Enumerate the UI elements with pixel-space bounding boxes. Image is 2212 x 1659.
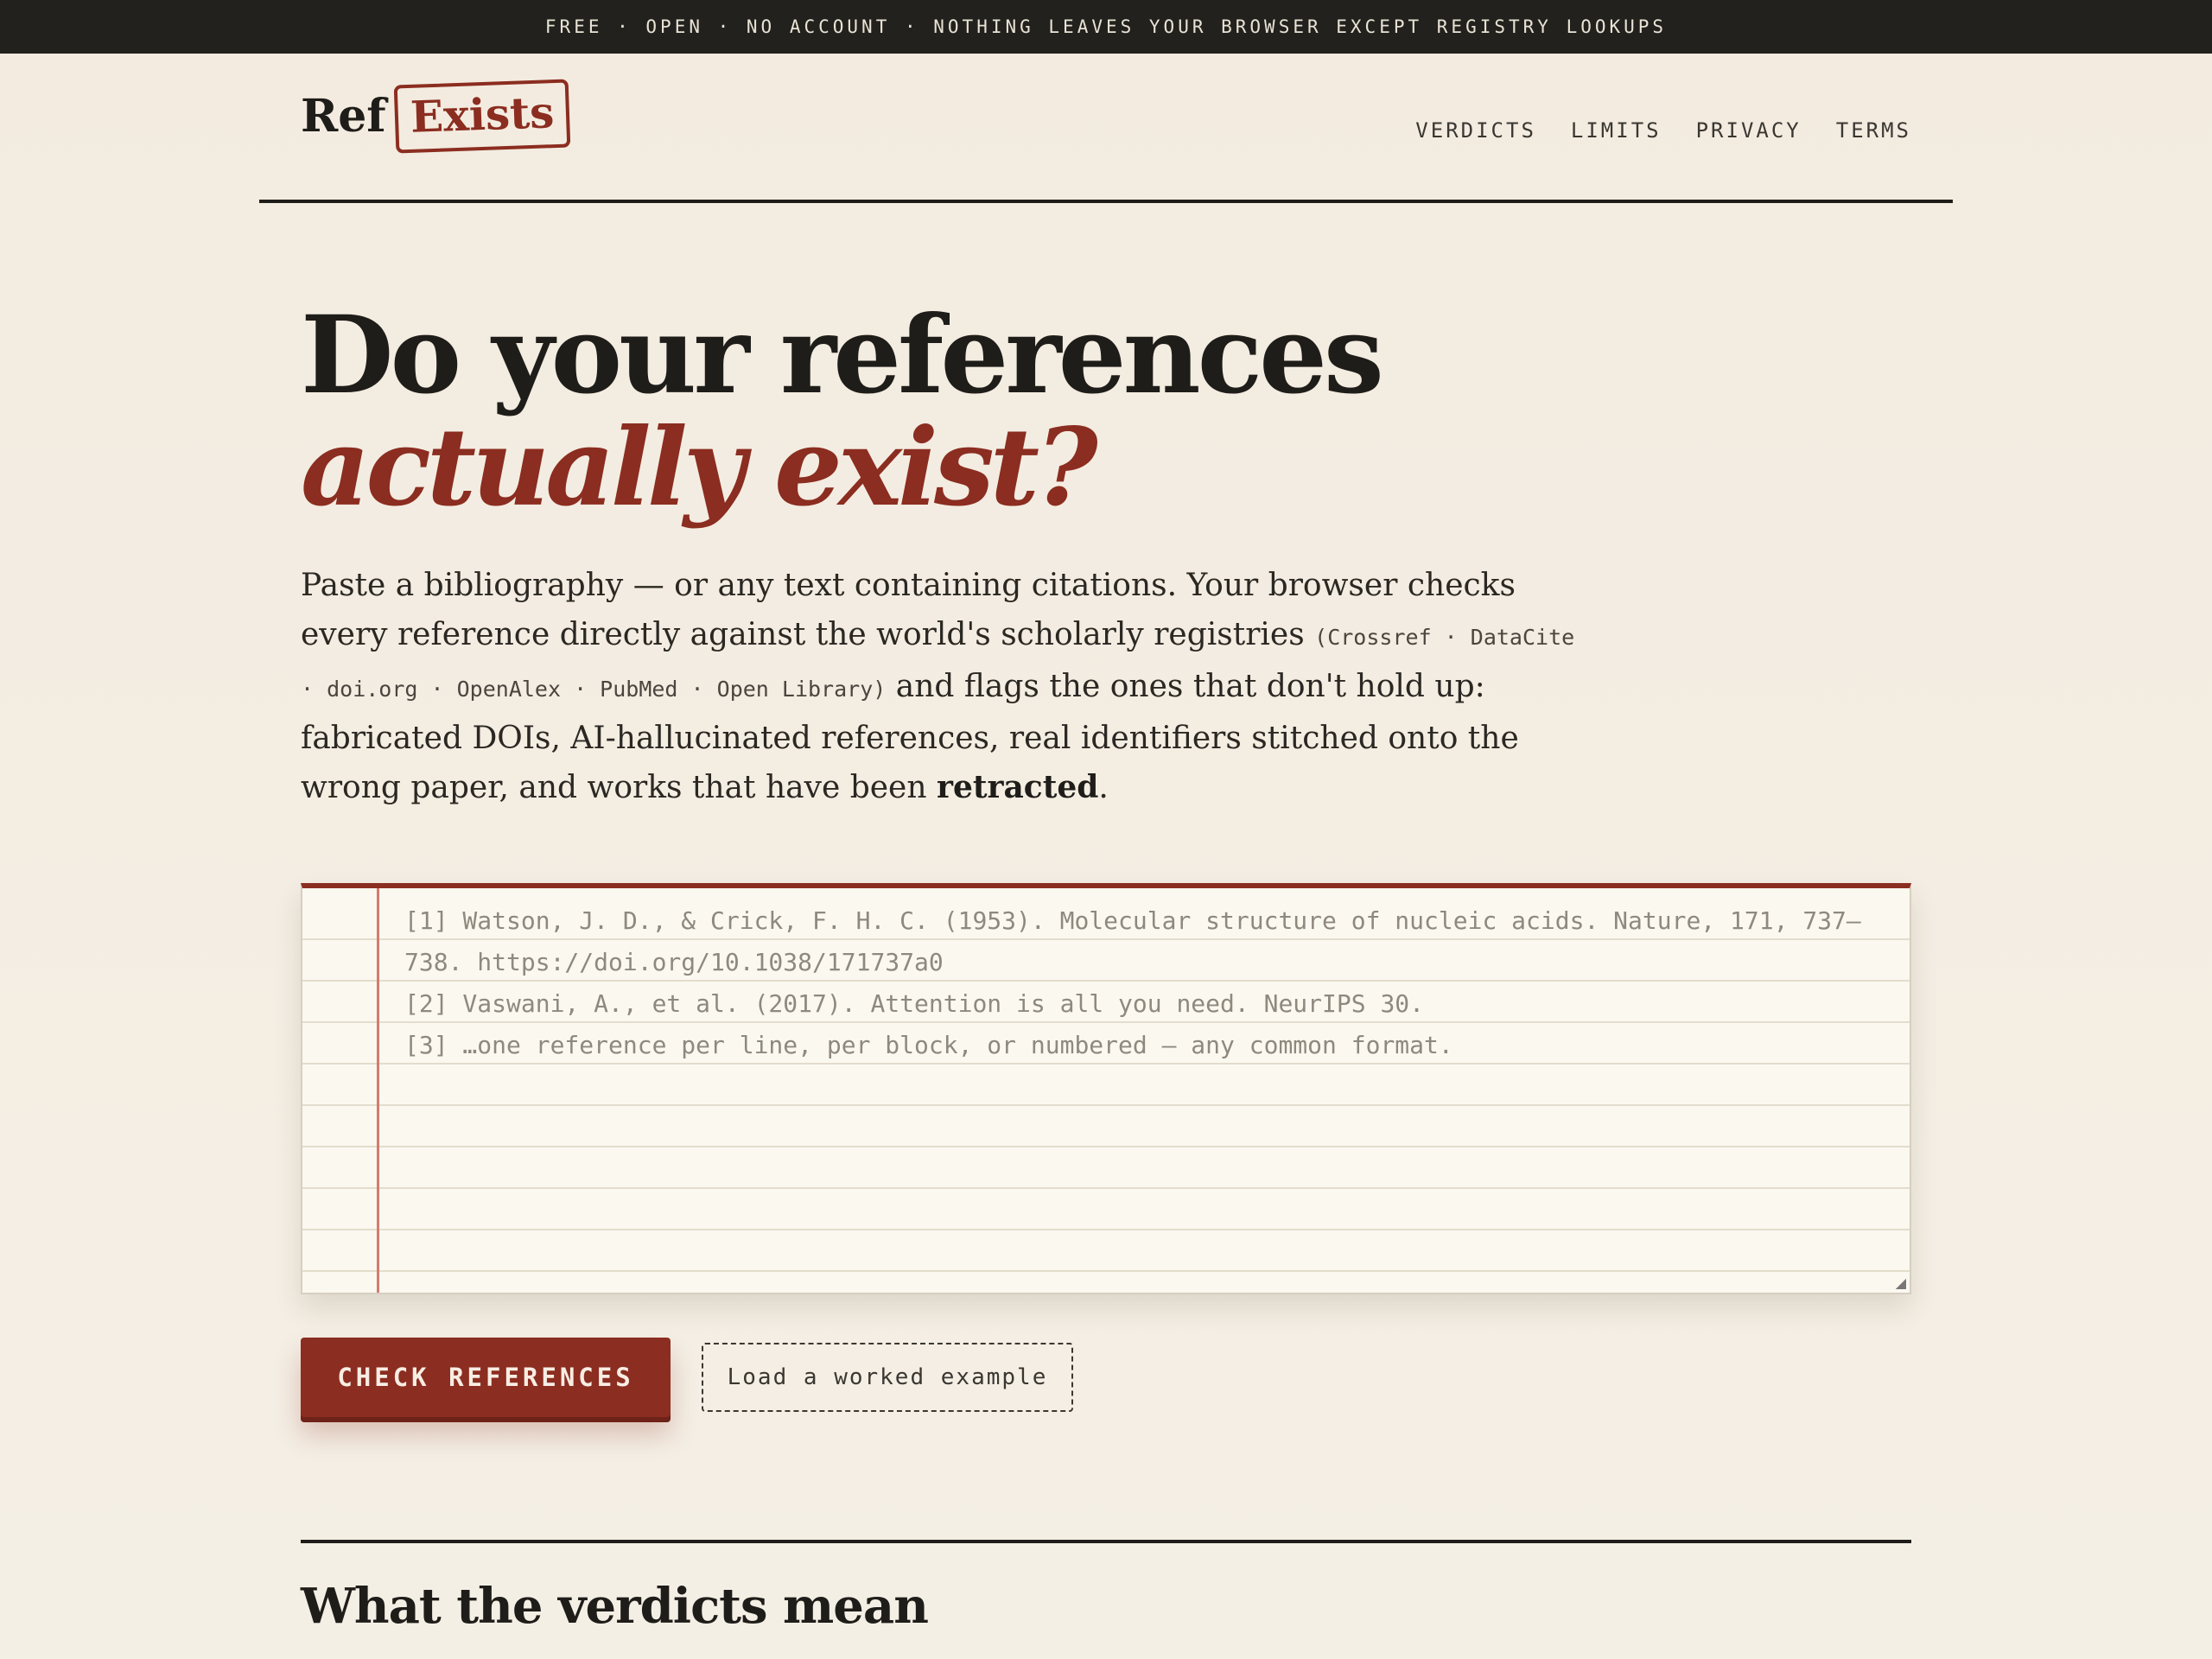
references-textarea[interactable]: [1] Watson, J. D., & Crick, F. H. C. (19…: [301, 883, 1911, 1294]
load-example-button[interactable]: Load a worked example: [702, 1343, 1073, 1412]
logo-exists-stamp: Exists: [393, 79, 571, 154]
verdicts-section-title: What the verdicts mean: [301, 1578, 929, 1635]
intro-end: .: [1098, 770, 1109, 805]
main-nav: VERDICTS LIMITS PRIVACY TERMS: [1415, 118, 1911, 143]
announcement-bar: FREE · OPEN · NO ACCOUNT · NOTHING LEAVE…: [0, 0, 2212, 54]
nav-privacy[interactable]: PRIVACY: [1696, 118, 1802, 143]
placeholder-line-1: [1] Watson, J. D., & Crick, F. H. C. (19…: [404, 906, 1861, 976]
placeholder-line-3: [3] …one reference per line, per block, …: [404, 1031, 1453, 1059]
nav-verdicts[interactable]: VERDICTS: [1415, 118, 1536, 143]
title-line-1: Do your references: [301, 293, 1384, 418]
hero-section: Do your references actually exist? Paste…: [259, 300, 1953, 1635]
site-header: Ref Exists VERDICTS LIMITS PRIVACY TERMS: [259, 54, 1953, 203]
action-row: CHECK REFERENCES Load a worked example: [301, 1338, 1911, 1417]
intro-retracted: retracted: [936, 769, 1099, 805]
nav-terms[interactable]: TERMS: [1836, 118, 1911, 143]
logo-ref-text: Ref: [301, 90, 386, 143]
notepad-margin-line: [377, 888, 379, 1293]
placeholder-line-2: [2] Vaswani, A., et al. (2017). Attentio…: [404, 989, 1425, 1018]
title-line-2: actually exist?: [301, 405, 1098, 531]
intro-paragraph: Paste a bibliography — or any text conta…: [301, 561, 1580, 812]
logo[interactable]: Ref Exists: [301, 79, 571, 154]
announcement-text: FREE · OPEN · NO ACCOUNT · NOTHING LEAVE…: [544, 16, 1668, 37]
section-divider: [301, 1540, 1911, 1543]
textarea-placeholder: [1] Watson, J. D., & Crick, F. H. C. (19…: [404, 900, 1875, 1066]
check-references-button[interactable]: CHECK REFERENCES: [301, 1338, 671, 1417]
nav-limits[interactable]: LIMITS: [1571, 118, 1662, 143]
page-container: Ref Exists VERDICTS LIMITS PRIVACY TERMS…: [259, 54, 1953, 1635]
resize-handle-icon[interactable]: ◢: [1896, 1274, 1906, 1291]
page-title: Do your references actually exist?: [301, 300, 1911, 524]
